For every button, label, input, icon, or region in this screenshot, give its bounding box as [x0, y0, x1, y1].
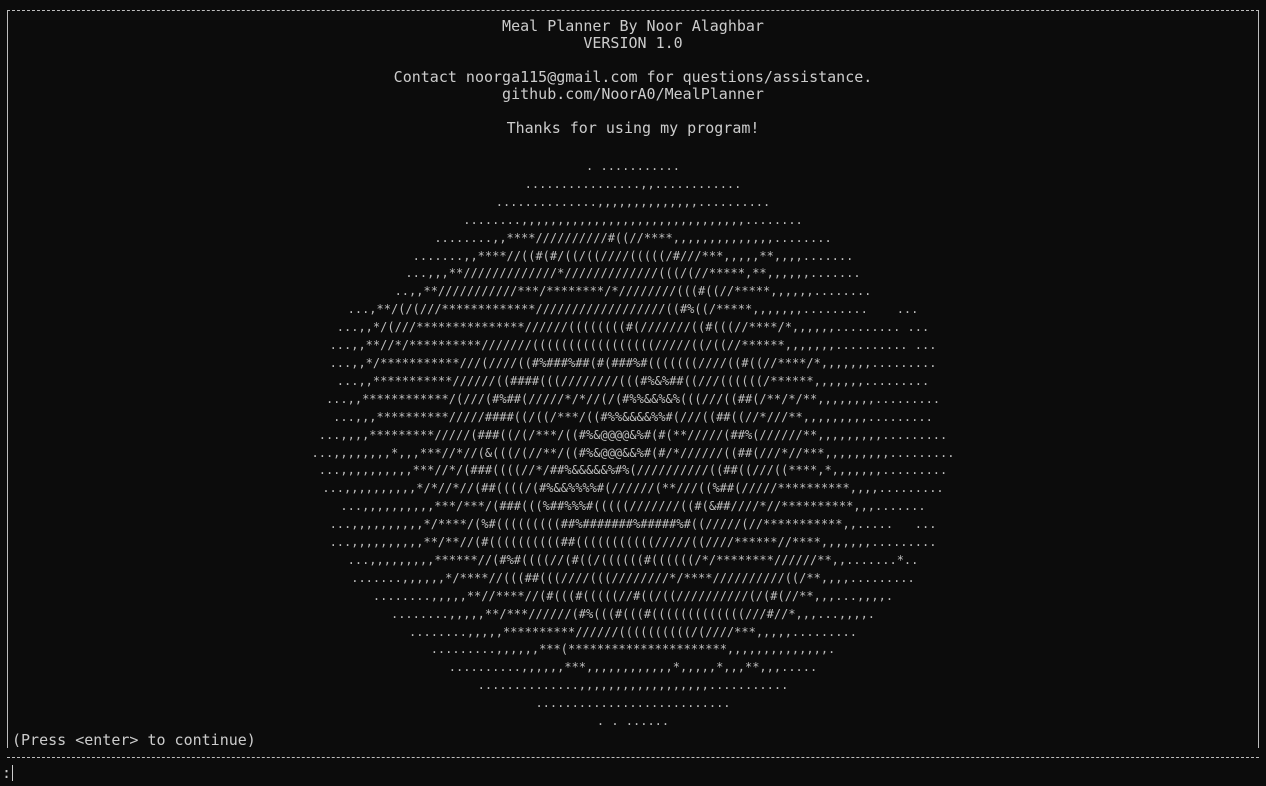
ascii-art-line: ..,,**///////////***/********/*////////(…: [394, 284, 872, 299]
thanks-line: Thanks for using my program!: [506, 119, 760, 137]
ascii-art-line: ...,,,**/////////////*/////////////(((/(…: [405, 266, 861, 281]
frame-bottom-border: [7, 757, 1259, 758]
ascii-art-line: .........,,,,,,***(*********************…: [430, 642, 836, 657]
ascii-art-line: ...,,,,,,,,*,,,***//*//(&(((/(//**/((#%&…: [311, 445, 955, 460]
ascii-art-line: ................,,............: [524, 176, 742, 191]
ascii-art-line: ...,,,,,,,,,,***/***/(###(((%##%%%#(((((…: [340, 499, 926, 514]
ascii-art-line: ...,,,,,,,,,,**/**//(#((((((((((##((((((…: [329, 535, 937, 550]
ascii-art-line: ...,,************/(///(#%##(/////*/*//(/…: [325, 391, 941, 406]
ascii-art-line: ...,,,,,,,,,,*/*//*//(##((((/(#%&&%%%%#(…: [322, 481, 944, 496]
ascii-art-line: ...,,*/***********///(////((#%###%##(#(#…: [329, 355, 937, 370]
text-cursor[interactable]: [12, 765, 14, 781]
ascii-art-line: . ...........: [586, 159, 680, 173]
ascii-art-line: ...,,**//*/**********///////((((((((((((…: [329, 338, 937, 353]
ascii-art-line: . . ......: [596, 714, 670, 729]
ascii-art-line: ........,,,,,**********//////((((((((((/…: [409, 624, 857, 639]
ascii-art-line: ........,,****//////////#((//****,,,,,,,…: [434, 230, 832, 245]
ascii-art-line: ...,,*/(///***************//////((((((((…: [336, 320, 930, 335]
ascii-art-line: ...,,,,,,,,,,***//*/(###((((//*/##%&&&&&…: [318, 463, 948, 478]
ascii-art-line: ...,,,,,,,,,******//(#%#((((//(#((/(((((…: [347, 552, 919, 567]
ascii-art-line: ..............,,,,,,,,,,,,,,,,,,........…: [477, 678, 789, 693]
ascii-art-line: ...........................: [535, 696, 731, 711]
ascii-art-line: .......,,,,,,*/****//(((##(((////(((////…: [351, 570, 915, 585]
ascii-art-line: .......,,****//((#(#/((/((////(((((/#///…: [412, 248, 854, 263]
command-prompt[interactable]: :: [2, 764, 14, 782]
ascii-art-line: ..........,,,,,,***,,,,,,,,,,,,*,,,,,*,,…: [448, 660, 818, 675]
github-line: github.com/NoorA0/MealPlanner: [502, 85, 764, 103]
ascii-art-line: ...,,,**********/////####((/((/***/((#%%…: [333, 409, 933, 424]
ascii-art-logo: . ...........................,,.........…: [0, 158, 1266, 731]
ascii-art-line: ...,,,,,,,,,,*/****/(%#(((((((((##%#####…: [329, 517, 937, 532]
ascii-art-line: ..............,,,,,,,,,,,,,,..........: [495, 194, 771, 209]
ascii-art-line: ...,**/(/(///*************//////////////…: [347, 302, 919, 317]
version-label: VERSION 1.0: [583, 34, 683, 52]
ascii-art-line: ...,,***********//////((####(((////////(…: [336, 373, 930, 388]
ascii-art-line: ........,,,,,**/***//////(#%(((#(((#((((…: [390, 606, 876, 621]
app-title: Meal Planner By Noor Alaghbar: [502, 17, 764, 35]
continue-hint: (Press <enter> to continue): [12, 731, 256, 749]
frame-top-border: [7, 10, 1259, 11]
contact-line: Contact noorga115@gmail.com for question…: [393, 68, 873, 86]
prompt-symbol: :: [2, 764, 12, 782]
ascii-art-line: ........,,,,,**//****//(#(((#(((((//#((/…: [372, 588, 894, 603]
ascii-art-line: ........,,,,,,,,,,,,,,,,,,,,,,,,,,,,,,,.…: [463, 212, 803, 227]
ascii-art-line: ...,,,,*********/////(###((/(/***/((#%&@…: [318, 427, 948, 442]
splash-header: Meal Planner By Noor Alaghbar VERSION 1.…: [0, 18, 1266, 137]
